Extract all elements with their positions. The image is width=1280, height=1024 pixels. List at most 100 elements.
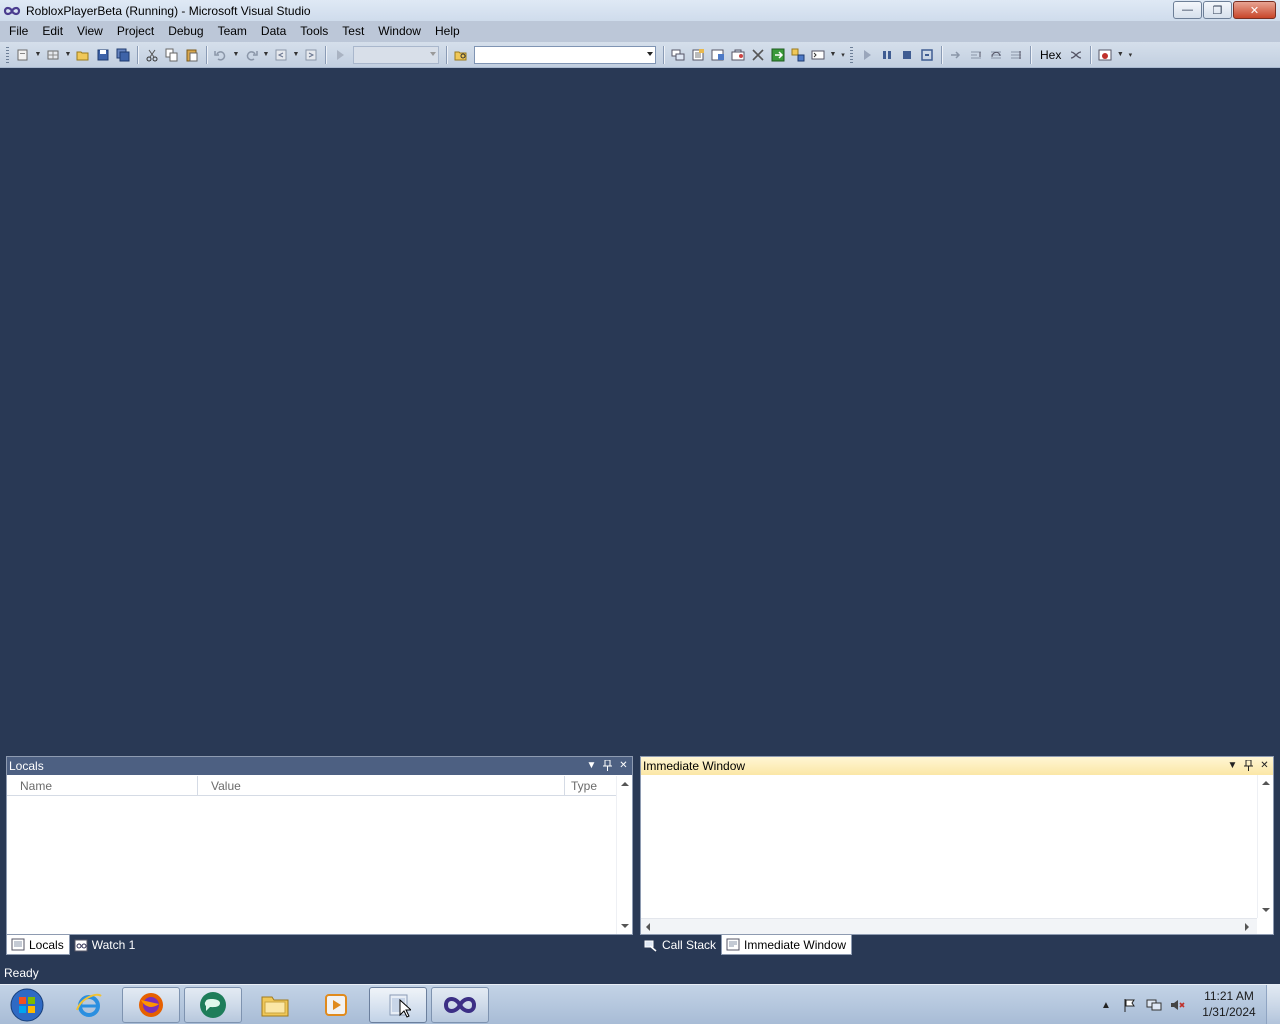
dropdown-arrow-icon[interactable]: ▼ xyxy=(261,45,271,65)
column-header-name[interactable]: Name xyxy=(7,776,198,796)
menu-tools[interactable]: Tools xyxy=(293,21,335,42)
show-desktop-button[interactable] xyxy=(1266,985,1280,1024)
tab-locals[interactable]: Locals xyxy=(6,935,70,955)
column-header-value[interactable]: Value xyxy=(198,776,565,796)
stop-debugging-icon[interactable] xyxy=(897,45,917,65)
start-debugging-icon[interactable] xyxy=(330,45,350,65)
menu-team[interactable]: Team xyxy=(211,21,254,42)
column-header-type[interactable]: Type xyxy=(565,776,617,796)
system-clock[interactable]: 11:21 AM 1/31/2024 xyxy=(1198,988,1260,1020)
dropdown-arrow-icon[interactable]: ▼ xyxy=(828,45,838,65)
toolbar-grip[interactable] xyxy=(6,46,9,63)
properties-icon[interactable] xyxy=(688,45,708,65)
menu-debug[interactable]: Debug xyxy=(161,21,210,42)
breakpoints-window-icon[interactable] xyxy=(1095,45,1115,65)
dropdown-arrow-icon[interactable]: ▼ xyxy=(291,45,301,65)
tools-icon[interactable] xyxy=(748,45,768,65)
continue-icon[interactable] xyxy=(857,45,877,65)
network-icon[interactable] xyxy=(1146,997,1162,1013)
command-window-icon[interactable] xyxy=(808,45,828,65)
immediate-text-area[interactable] xyxy=(641,775,1257,918)
tab-immediate-window[interactable]: Immediate Window xyxy=(721,935,853,955)
taskbar-visual-studio[interactable] xyxy=(431,987,489,1023)
tab-call-stack[interactable]: Call Stack xyxy=(640,935,721,955)
scroll-down-icon[interactable] xyxy=(621,924,629,928)
show-hidden-icons-icon[interactable]: ▲ xyxy=(1098,997,1114,1013)
scroll-left-icon[interactable] xyxy=(646,923,650,931)
immediate-vertical-scrollbar[interactable] xyxy=(1257,775,1273,918)
step-over-icon[interactable] xyxy=(986,45,1006,65)
add-item-icon[interactable] xyxy=(43,45,63,65)
minimize-button[interactable]: — xyxy=(1173,1,1202,19)
step-out-icon[interactable] xyxy=(1006,45,1026,65)
volume-muted-icon[interactable] xyxy=(1170,997,1186,1013)
immediate-horizontal-scrollbar[interactable] xyxy=(641,918,1257,934)
toolbar-separator xyxy=(137,45,138,64)
scroll-right-icon[interactable] xyxy=(1245,923,1249,931)
restore-button[interactable]: ❐ xyxy=(1203,1,1232,19)
start-button[interactable] xyxy=(3,985,51,1024)
close-button[interactable]: ✕ xyxy=(1233,1,1276,19)
action-center-flag-icon[interactable] xyxy=(1122,997,1138,1013)
scroll-up-icon[interactable] xyxy=(621,782,629,786)
navigate-backward-icon[interactable] xyxy=(271,45,291,65)
menu-help[interactable]: Help xyxy=(428,21,467,42)
object-browser-icon[interactable] xyxy=(708,45,728,65)
taskbar-internet-explorer[interactable] xyxy=(60,987,118,1023)
dropdown-arrow-icon[interactable]: ▼ xyxy=(63,45,73,65)
step-into-icon[interactable] xyxy=(966,45,986,65)
paste-icon[interactable] xyxy=(182,45,202,65)
dropdown-arrow-icon[interactable]: ▼ xyxy=(231,45,241,65)
save-all-icon[interactable] xyxy=(113,45,133,65)
break-all-icon[interactable] xyxy=(877,45,897,65)
dropdown-arrow-icon[interactable]: ▼ xyxy=(33,45,43,65)
toolbar-options-icon[interactable]: ▾ xyxy=(838,45,848,65)
menu-view[interactable]: View xyxy=(70,21,110,42)
locals-vertical-scrollbar[interactable] xyxy=(616,776,632,934)
window-position-dropdown-icon[interactable]: ▼ xyxy=(585,758,598,773)
new-project-icon[interactable] xyxy=(13,45,33,65)
start-page-icon[interactable] xyxy=(768,45,788,65)
menu-edit[interactable]: Edit xyxy=(35,21,70,42)
menu-file[interactable]: File xyxy=(2,21,35,42)
toolbox-icon[interactable] xyxy=(728,45,748,65)
immediate-window-header[interactable]: Immediate Window ▼ ✕ xyxy=(641,757,1273,775)
show-threads-icon[interactable] xyxy=(1066,45,1086,65)
toolbar-grip[interactable] xyxy=(850,46,853,63)
undo-icon[interactable] xyxy=(211,45,231,65)
pin-icon[interactable] xyxy=(601,758,614,773)
copy-icon[interactable] xyxy=(162,45,182,65)
find-combo[interactable] xyxy=(474,45,656,64)
menu-window[interactable]: Window xyxy=(371,21,428,42)
menu-test[interactable]: Test xyxy=(335,21,371,42)
taskbar-firefox[interactable] xyxy=(122,987,180,1023)
taskbar-roblox-player[interactable] xyxy=(369,987,427,1023)
save-icon[interactable] xyxy=(93,45,113,65)
taskbar-file-explorer[interactable] xyxy=(246,987,304,1023)
find-in-files-icon[interactable] xyxy=(451,45,471,65)
dropdown-arrow-icon[interactable] xyxy=(647,51,653,56)
close-icon[interactable]: ✕ xyxy=(617,758,630,773)
dropdown-arrow-icon[interactable]: ▼ xyxy=(1115,45,1125,65)
show-next-statement-icon[interactable] xyxy=(946,45,966,65)
scroll-up-icon[interactable] xyxy=(1262,781,1270,785)
hexadecimal-display-toggle[interactable]: Hex xyxy=(1035,45,1066,65)
open-file-icon[interactable] xyxy=(73,45,93,65)
redo-icon[interactable] xyxy=(241,45,261,65)
locals-window-header[interactable]: Locals ▼ ✕ xyxy=(7,757,632,775)
taskbar-chat-app[interactable] xyxy=(184,987,242,1023)
window-position-dropdown-icon[interactable]: ▼ xyxy=(1226,758,1239,773)
solution-explorer-icon[interactable] xyxy=(668,45,688,65)
cut-icon[interactable] xyxy=(142,45,162,65)
menu-project[interactable]: Project xyxy=(110,21,161,42)
navigate-forward-icon[interactable] xyxy=(301,45,321,65)
restart-icon[interactable] xyxy=(917,45,937,65)
class-view-icon[interactable] xyxy=(788,45,808,65)
pin-icon[interactable] xyxy=(1242,758,1255,773)
menu-data[interactable]: Data xyxy=(254,21,293,42)
taskbar-media-player[interactable] xyxy=(307,987,365,1023)
toolbar-options-icon[interactable]: ▾ xyxy=(1125,45,1135,65)
tab-watch-1[interactable]: Watch 1 xyxy=(70,935,141,955)
close-icon[interactable]: ✕ xyxy=(1258,758,1271,773)
scroll-down-icon[interactable] xyxy=(1262,908,1270,912)
